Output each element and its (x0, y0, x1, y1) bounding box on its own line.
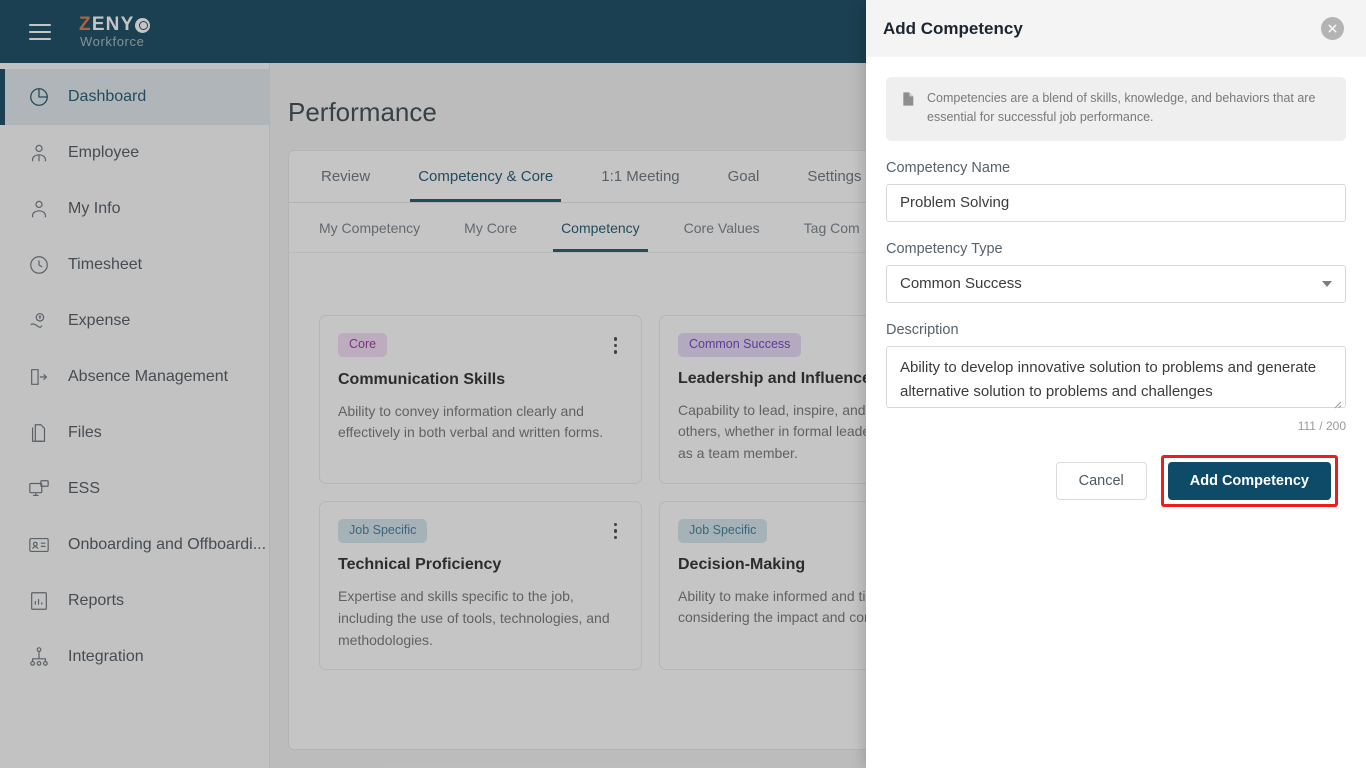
screen-root: Z ENY Workforce Dashboard Employee My In… (0, 0, 1366, 768)
description-field: Description Ability to develop innovativ… (886, 322, 1346, 433)
add-competency-drawer: Add Competency Competencies are a blend … (866, 0, 1366, 768)
competency-name-field: Competency Name (886, 160, 1346, 222)
info-banner: Competencies are a blend of skills, know… (886, 77, 1346, 141)
competency-type-select-wrapper (886, 264, 1346, 303)
drawer-header: Add Competency (866, 0, 1366, 57)
competency-type-select[interactable] (886, 264, 1346, 303)
competency-name-label: Competency Name (886, 159, 1011, 176)
description-textarea[interactable]: Ability to develop innovative solution t… (886, 345, 1346, 408)
close-icon[interactable] (1321, 17, 1344, 40)
drawer-body: Competencies are a blend of skills, know… (866, 57, 1366, 507)
drawer-actions: Cancel Add Competency (886, 454, 1346, 507)
competency-type-field: Competency Type (886, 241, 1346, 303)
competency-type-label: Competency Type (886, 240, 1003, 257)
character-counter: 111 / 200 (1297, 418, 1346, 433)
description-label: Description (886, 321, 959, 338)
document-icon (900, 91, 916, 112)
modal-overlay-scrim[interactable] (0, 0, 866, 768)
description-textarea-wrapper: Ability to develop innovative solution t… (886, 345, 1346, 413)
drawer-title: Add Competency (883, 18, 1023, 38)
info-banner-text: Competencies are a blend of skills, know… (927, 91, 1316, 125)
highlight-annotation: Add Competency (1160, 454, 1338, 507)
add-competency-button[interactable]: Add Competency (1167, 461, 1331, 500)
cancel-button[interactable]: Cancel (1055, 461, 1147, 500)
competency-name-input[interactable] (886, 183, 1346, 222)
